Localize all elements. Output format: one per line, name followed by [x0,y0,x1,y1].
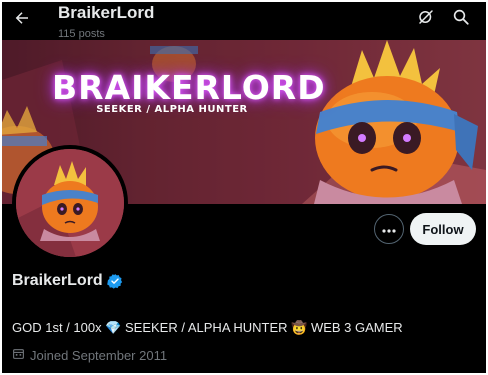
calendar-icon [12,347,30,363]
arrow-left-icon [13,9,31,32]
banner-subtitle: SEEKER / ALPHA HUNTER [96,104,248,115]
follow-button[interactable]: Follow [410,213,476,245]
profile-screen: BraikerLord 115 posts BRAIKERLORD SEEKER… [2,2,486,373]
grok-button[interactable] [415,8,437,30]
profile-bio: GOD 1st / 100x 💎 SEEKER / ALPHA HUNTER 🤠… [12,320,403,335]
post-count: 115 posts [58,28,105,40]
joined-date: Joined September 2011 [30,347,168,363]
name-row: BraikerLord [12,272,123,290]
search-button[interactable] [450,8,472,30]
more-icon [382,220,396,238]
header-title-block: BraikerLord 115 posts [58,3,154,41]
verified-badge-icon[interactable] [106,273,123,289]
avatar-image [16,149,124,257]
search-icon [452,8,470,31]
grok-icon [417,8,435,31]
joined-date-row: Joined September 2011 [12,347,167,363]
banner-title: BRAIKERLORD [52,68,326,107]
avatar[interactable] [12,145,128,261]
back-button[interactable] [10,8,34,32]
page-title: BraikerLord [58,3,155,22]
display-name: BraikerLord [12,272,103,289]
more-button[interactable] [374,214,404,244]
top-bar: BraikerLord 115 posts [2,2,486,42]
